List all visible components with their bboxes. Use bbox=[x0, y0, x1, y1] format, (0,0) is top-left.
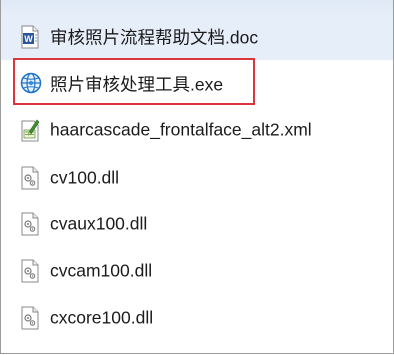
file-name-label: cvcam100.dll bbox=[50, 260, 153, 281]
file-list: W 审核照片流程帮助文档.doc 照片审核处理工具.exe haarcascad… bbox=[1, 0, 393, 353]
file-name-label: cvaux100.dll bbox=[50, 213, 148, 234]
dll-file-icon bbox=[20, 212, 40, 236]
file-row-photo-review-tool[interactable]: 照片审核处理工具.exe bbox=[1, 61, 393, 107]
xml-file-icon bbox=[20, 118, 40, 142]
file-name-label: 照片审核处理工具.exe bbox=[50, 74, 224, 95]
file-name-label: cxcore100.dll bbox=[50, 307, 154, 328]
file-row-cvcam100-dll[interactable]: cvcam100.dll bbox=[1, 248, 393, 294]
file-row-help-doc[interactable]: W 审核照片流程帮助文档.doc bbox=[1, 14, 393, 60]
word-document-icon: W bbox=[20, 25, 40, 49]
file-name-label: cv100.dll bbox=[50, 167, 120, 188]
file-row-cvaux100-dll[interactable]: cvaux100.dll bbox=[1, 201, 393, 247]
file-name-label: haarcascade_frontalface_alt2.xml bbox=[50, 119, 312, 140]
file-list-window: W 审核照片流程帮助文档.doc 照片审核处理工具.exe haarcascad… bbox=[0, 0, 394, 354]
file-row-cv100-dll[interactable]: cv100.dll bbox=[1, 155, 393, 201]
dll-file-icon bbox=[20, 306, 40, 330]
svg-text:W: W bbox=[24, 34, 33, 44]
file-name-label: 审核照片流程帮助文档.doc bbox=[50, 27, 259, 48]
globe-app-icon bbox=[20, 72, 42, 96]
file-row-cxcore100-dll[interactable]: cxcore100.dll bbox=[1, 295, 393, 341]
file-row-haarcascade-xml[interactable]: haarcascade_frontalface_alt2.xml bbox=[1, 107, 393, 153]
dll-file-icon bbox=[20, 259, 40, 283]
dll-file-icon bbox=[20, 166, 40, 190]
